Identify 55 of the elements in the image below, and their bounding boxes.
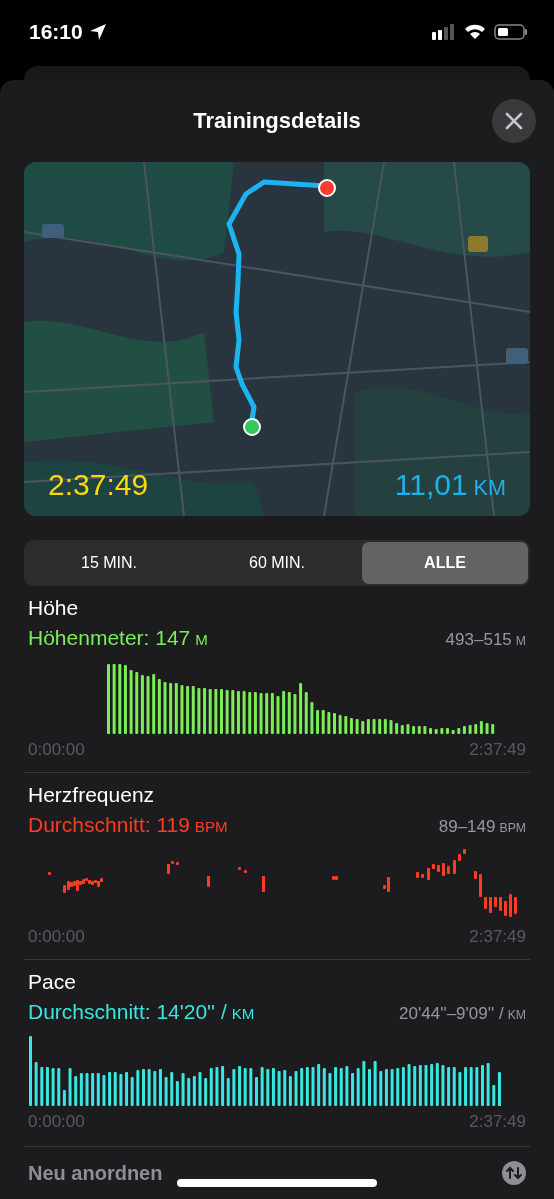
close-icon xyxy=(505,112,523,130)
axis-end-label: 2:37:49 xyxy=(469,927,526,947)
heart-rate-bar xyxy=(489,897,492,913)
heart-rate-bar xyxy=(509,894,512,917)
heart-rate-bar xyxy=(427,868,430,880)
metric-range: 20'44''–9'09'' / KM xyxy=(399,1004,526,1024)
heart-rate-bar xyxy=(207,876,210,887)
metric-summary: Durchschnitt: 14'20'' / KM xyxy=(28,1000,255,1024)
heart-rate-bar xyxy=(432,864,435,869)
heart-rate-bar xyxy=(474,871,477,879)
range-tab[interactable]: 60 MIN. xyxy=(194,542,360,584)
axis-start-label: 0:00:00 xyxy=(28,927,85,947)
heart-rate-bar xyxy=(479,874,482,897)
workout-distance: 11,01 KM xyxy=(394,468,506,502)
heart-rate-bar xyxy=(499,897,502,911)
battery-icon xyxy=(494,24,528,40)
metric-range: 493–515 M xyxy=(445,630,526,650)
axis-start-label: 0:00:00 xyxy=(28,1112,85,1132)
metric-title: Höhe xyxy=(28,596,80,620)
reorder-label[interactable]: Neu anordnen xyxy=(28,1161,163,1185)
heart-rate-bar xyxy=(262,876,265,892)
heart-rate-bar xyxy=(447,866,450,874)
heart-rate-bar xyxy=(458,854,461,861)
heart-rate-bar xyxy=(514,897,517,914)
sheet-title: Trainingsdetails xyxy=(193,108,361,134)
reorder-icon[interactable] xyxy=(502,1161,526,1185)
heart-rate-bar xyxy=(244,870,247,873)
wifi-icon xyxy=(464,24,486,40)
heart-rate-bar xyxy=(442,863,445,876)
heart-rate-bar xyxy=(421,874,424,878)
heart-rate-bar xyxy=(484,897,487,909)
heart-rate-bar xyxy=(238,867,241,870)
status-time: 16:10 xyxy=(29,20,83,44)
heart-rate-bar xyxy=(463,849,466,854)
metric-summary: Höhenmeter: 147 M xyxy=(28,626,208,650)
metric-summary: Durchschnitt: 119 BPM xyxy=(28,813,228,837)
range-tab[interactable]: ALLE xyxy=(362,542,528,584)
workout-duration: 2:37:49 xyxy=(48,468,149,502)
metric-title: Pace xyxy=(28,970,77,994)
close-button[interactable] xyxy=(492,99,536,143)
heart-rate-bar xyxy=(176,862,179,865)
signal-icon xyxy=(432,24,456,40)
metric-title: Herzfrequenz xyxy=(28,783,156,807)
heart-rate-bar xyxy=(437,865,440,872)
metric-range: 89–149 BPM xyxy=(438,817,526,837)
heart-rate-bar xyxy=(416,872,419,878)
range-tab[interactable]: 15 MIN. xyxy=(26,542,192,584)
heart-rate-bar xyxy=(453,860,456,874)
axis-end-label: 2:37:49 xyxy=(469,1112,526,1132)
location-arrow-icon xyxy=(88,23,107,41)
axis-start-label: 0:00:00 xyxy=(28,740,85,760)
heart-rate-bar xyxy=(494,897,497,907)
heart-rate-bar xyxy=(504,901,507,916)
axis-end-label: 2:37:49 xyxy=(469,740,526,760)
heart-rate-bar xyxy=(48,872,51,875)
